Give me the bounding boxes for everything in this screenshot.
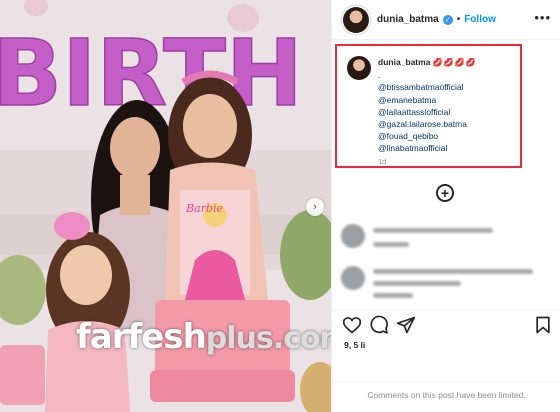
mention-link[interactable]: @fouad_qebibo bbox=[378, 130, 518, 142]
more-options-icon[interactable]: ••• bbox=[534, 10, 551, 25]
caption-highlight: dunia_batma 💋💋💋💋 . @btissambatmaofficial… bbox=[335, 44, 522, 168]
header-username[interactable]: dunia_batma bbox=[377, 14, 439, 25]
caption-timestamp: 1d bbox=[378, 156, 387, 166]
share-icon[interactable] bbox=[396, 315, 416, 335]
watermark: farfeshplus.com bbox=[76, 317, 331, 357]
caption-username[interactable]: dunia_batma bbox=[378, 57, 430, 67]
post-photo: BIRTH Barbie › farfeshplus.com bbox=[0, 0, 331, 412]
mention-link[interactable]: @btissambatmaofficial bbox=[378, 81, 518, 93]
kiss-emoji: 💋💋💋💋 bbox=[432, 58, 477, 67]
cake-topper-label: Barbie bbox=[185, 202, 223, 215]
comments-limited-notice: Comments on this post have been limited. bbox=[367, 390, 526, 400]
caption-separator: . bbox=[378, 70, 381, 81]
caption-avatar[interactable] bbox=[347, 56, 371, 80]
next-photo-button[interactable]: › bbox=[306, 198, 324, 216]
add-comment-icon[interactable]: + bbox=[436, 184, 454, 202]
caption-body: dunia_batma 💋💋💋💋 . @btissambatmaofficial… bbox=[378, 56, 518, 168]
post-side-panel: dunia_batma ✓ • Follow ••• dunia_batma 💋… bbox=[331, 0, 560, 412]
chevron-right-icon: › bbox=[313, 201, 317, 213]
save-bookmark-icon[interactable] bbox=[533, 315, 553, 335]
divider bbox=[332, 382, 560, 383]
mention-link[interactable]: @linabatmaofficial bbox=[378, 142, 518, 154]
mention-link[interactable]: @gazal.lailarose.batma bbox=[378, 118, 518, 130]
separator-dot: • bbox=[456, 14, 461, 25]
verified-badge-icon: ✓ bbox=[442, 14, 453, 25]
blurred-comment bbox=[341, 264, 551, 300]
post-header: dunia_batma ✓ • Follow ••• bbox=[332, 0, 560, 40]
action-bar bbox=[332, 310, 560, 338]
blurred-avatar bbox=[341, 224, 365, 248]
watermark-main: farfesh bbox=[76, 317, 207, 357]
mention-link[interactable]: @lailaattassiofficial bbox=[378, 106, 518, 118]
like-heart-icon[interactable] bbox=[342, 315, 362, 335]
likes-count[interactable]: 9, 5 li bbox=[344, 340, 365, 350]
watermark-sub: plus.com bbox=[205, 321, 331, 356]
blurred-comment bbox=[341, 222, 551, 258]
follow-button[interactable]: Follow bbox=[464, 14, 496, 25]
mention-link[interactable]: @emanebatma bbox=[378, 94, 518, 106]
avatar[interactable] bbox=[343, 6, 369, 33]
comment-icon[interactable] bbox=[369, 315, 389, 335]
blurred-avatar bbox=[341, 266, 365, 290]
